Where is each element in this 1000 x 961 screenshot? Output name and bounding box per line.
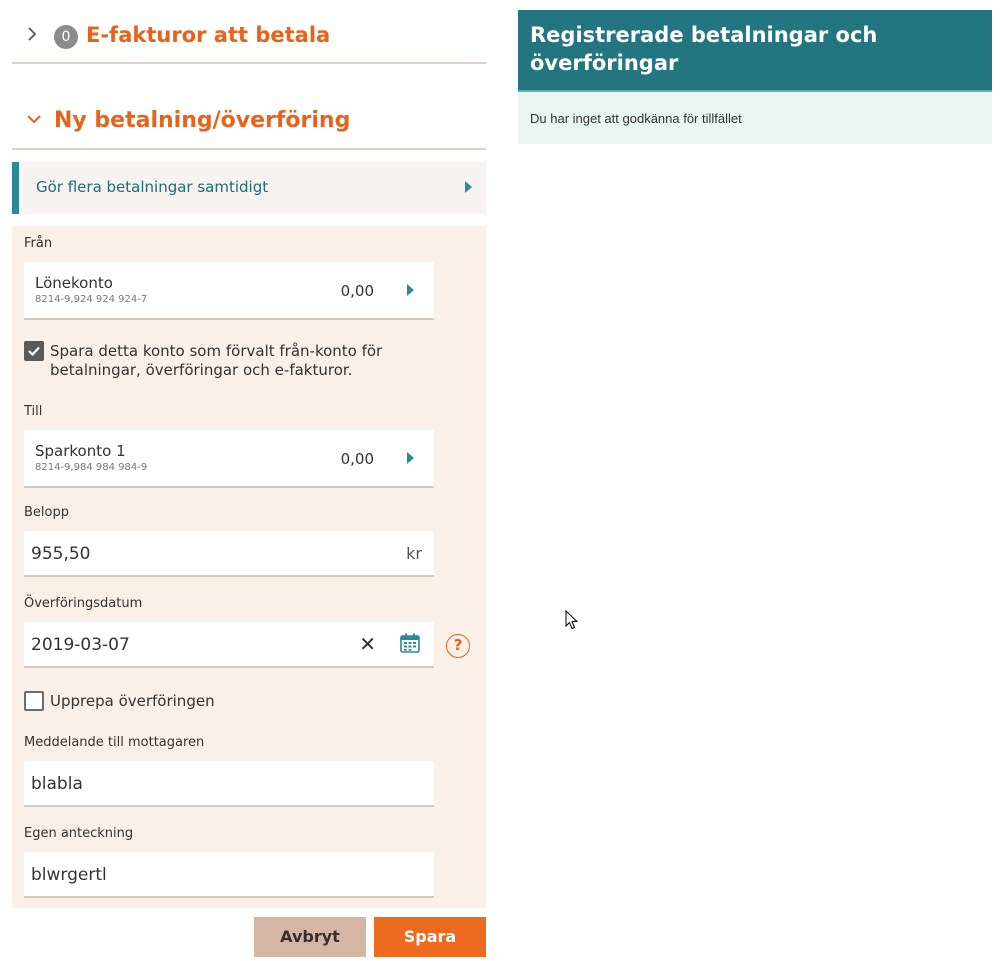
save-button[interactable]: Spara xyxy=(374,917,486,957)
note-input[interactable]: blwrgertl xyxy=(24,852,434,898)
payment-column: 0 E-fakturor att betala Ny betalning/öve… xyxy=(12,0,486,908)
caret-right-icon xyxy=(407,452,414,464)
panel-message-text: Du har inget att godkänna för tillfället xyxy=(530,110,742,126)
message-label: Meddelande till mottagaren xyxy=(24,735,205,750)
chevron-right-icon[interactable] xyxy=(26,26,42,42)
to-label: Till xyxy=(24,404,43,419)
chevron-down-icon[interactable] xyxy=(26,113,42,129)
from-label: Från xyxy=(24,236,53,251)
calendar-icon[interactable] xyxy=(400,633,420,657)
help-icon[interactable]: ? xyxy=(446,634,470,658)
amount-input[interactable]: 955,50 kr xyxy=(24,531,434,577)
repeat-checkbox[interactable] xyxy=(24,691,44,711)
note-label: Egen anteckning xyxy=(24,826,134,841)
to-account-balance: 0,00 xyxy=(340,450,374,468)
note-value: blwrgertl xyxy=(31,865,107,885)
registered-payments-panel: Registrerade betalningar och överföringa… xyxy=(518,10,992,144)
message-value: blabla xyxy=(31,774,83,794)
amount-value: 955,50 xyxy=(31,544,91,564)
date-input[interactable]: 2019-03-07 ✕ xyxy=(24,622,434,668)
date-value: 2019-03-07 xyxy=(31,635,130,655)
clear-icon[interactable]: ✕ xyxy=(359,632,376,656)
date-label: Överföringsdatum xyxy=(24,596,143,611)
payment-form: Från Lönekonto 8214-9,924 924 924-7 0,00… xyxy=(12,226,486,908)
from-account-balance: 0,00 xyxy=(340,282,374,300)
amount-label: Belopp xyxy=(24,505,69,520)
from-account-name: Lönekonto xyxy=(35,274,113,292)
repeat-label: Upprepa överföringen xyxy=(50,692,215,710)
mouse-pointer-icon xyxy=(565,609,579,634)
save-default-checkbox[interactable] xyxy=(24,341,44,361)
to-account-name: Sparkonto 1 xyxy=(35,442,126,460)
to-account-selector[interactable]: Sparkonto 1 8214-9,984 984 984-9 0,00 xyxy=(24,430,434,488)
new-payment-title[interactable]: Ny betalning/överföring xyxy=(54,108,350,133)
efakturor-count-badge: 0 xyxy=(54,25,78,49)
panel-title: Registrerade betalningar och överföringa… xyxy=(530,23,878,75)
caret-right-icon xyxy=(407,284,414,296)
save-default-label: Spara detta konto som förvalt från-konto… xyxy=(50,342,383,379)
from-account-selector[interactable]: Lönekonto 8214-9,924 924 924-7 0,00 xyxy=(24,262,434,320)
currency-unit: kr xyxy=(406,544,422,563)
to-account-number: 8214-9,984 984 984-9 xyxy=(35,462,148,473)
message-input[interactable]: blabla xyxy=(24,761,434,807)
multiple-payments-label: Gör flera betalningar samtidigt xyxy=(36,178,269,196)
caret-right-icon xyxy=(465,181,472,193)
multiple-payments-link[interactable]: Gör flera betalningar samtidigt xyxy=(12,162,486,214)
cancel-button[interactable]: Avbryt xyxy=(254,917,366,957)
panel-empty-message: Du har inget att godkänna för tillfället xyxy=(518,92,992,144)
new-payment-header[interactable]: Ny betalning/överföring xyxy=(12,86,486,150)
from-account-number: 8214-9,924 924 924-7 xyxy=(35,294,148,305)
efakturor-header[interactable]: 0 E-fakturor att betala xyxy=(12,0,486,64)
panel-header: Registrerade betalningar och överföringa… xyxy=(518,10,992,92)
efakturor-title[interactable]: E-fakturor att betala xyxy=(86,23,330,47)
